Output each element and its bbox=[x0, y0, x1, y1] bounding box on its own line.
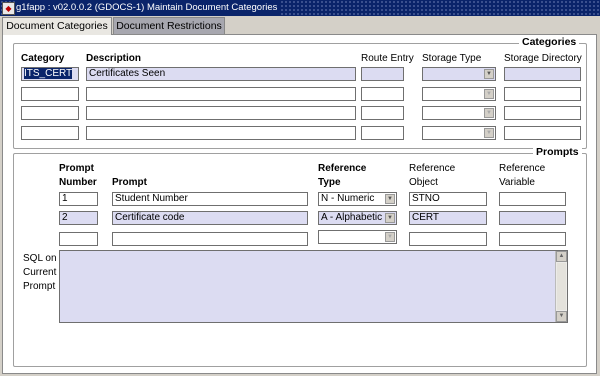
header-reference-variable-line1: Reference bbox=[499, 163, 546, 174]
route-entry-field[interactable] bbox=[361, 126, 404, 140]
scroll-down-icon[interactable]: ▼ bbox=[556, 311, 567, 322]
header-storage-directory: Storage Directory bbox=[504, 53, 582, 64]
chevron-down-icon[interactable]: ▼ bbox=[484, 69, 494, 79]
category-field[interactable] bbox=[21, 126, 79, 140]
storage-type-select[interactable]: ▼ bbox=[422, 126, 496, 140]
reference-object-field[interactable]: STNO bbox=[409, 192, 487, 206]
route-entry-field[interactable] bbox=[361, 67, 404, 81]
chevron-down-icon[interactable]: ▼ bbox=[385, 232, 395, 242]
header-reference-type-line1: Reference bbox=[318, 163, 367, 174]
category-field[interactable] bbox=[21, 87, 79, 101]
storage-type-select[interactable]: ▼ bbox=[422, 87, 496, 101]
sql-textarea[interactable]: ▲ ▼ bbox=[59, 250, 568, 323]
description-field[interactable] bbox=[86, 106, 356, 120]
header-description: Description bbox=[86, 53, 142, 64]
prompts-group-title: Prompts bbox=[533, 146, 582, 158]
tab-document-restrictions[interactable]: Document Restrictions bbox=[113, 17, 225, 34]
storage-directory-field[interactable] bbox=[504, 67, 581, 81]
sql-scrollbar[interactable]: ▲ ▼ bbox=[555, 251, 567, 322]
prompt-number-field[interactable] bbox=[59, 232, 98, 246]
tab-panel: Categories Category Description Route En… bbox=[2, 34, 597, 374]
header-prompt-number-line1: Prompt bbox=[59, 163, 94, 174]
prompt-field[interactable]: Student Number bbox=[112, 192, 308, 206]
chevron-down-icon[interactable]: ▼ bbox=[484, 108, 494, 118]
storage-directory-field[interactable] bbox=[504, 126, 581, 140]
scroll-up-icon[interactable]: ▲ bbox=[556, 251, 567, 262]
sql-label-line2: Current bbox=[23, 267, 57, 278]
reference-variable-field[interactable] bbox=[499, 211, 566, 225]
reference-type-select[interactable]: ▼ bbox=[318, 230, 397, 244]
chevron-down-icon[interactable]: ▼ bbox=[385, 194, 395, 204]
header-reference-variable-line2: Variable bbox=[499, 177, 535, 188]
title-bar: ◆ g1fapp : v02.0.0.2 (GDOCS-1) Maintain … bbox=[0, 0, 600, 16]
reference-variable-field[interactable] bbox=[499, 232, 566, 246]
header-reference-object-line1: Reference bbox=[409, 163, 456, 174]
sql-label-line1: SQL on bbox=[23, 253, 57, 264]
tab-document-categories[interactable]: Document Categories bbox=[2, 17, 112, 35]
prompt-field[interactable]: Certificate code bbox=[112, 211, 308, 225]
storage-type-select[interactable]: ▼ bbox=[422, 67, 496, 81]
chevron-down-icon[interactable]: ▼ bbox=[484, 128, 494, 138]
route-entry-field[interactable] bbox=[361, 87, 404, 101]
prompt-number-field[interactable]: 2 bbox=[59, 211, 98, 225]
reference-variable-field[interactable] bbox=[499, 192, 566, 206]
reference-type-select[interactable]: N - Numeric ▼ bbox=[318, 192, 397, 206]
description-field[interactable]: Certificates Seen bbox=[86, 67, 356, 81]
header-prompt-number-line2: Number bbox=[59, 177, 97, 188]
description-field[interactable] bbox=[86, 126, 356, 140]
storage-directory-field[interactable] bbox=[504, 87, 581, 101]
sql-label-line3: Prompt bbox=[23, 281, 56, 292]
categories-group-title: Categories bbox=[519, 36, 580, 48]
header-reference-object-line2: Object bbox=[409, 177, 438, 188]
header-reference-type-line2: Type bbox=[318, 177, 341, 188]
reference-object-field[interactable]: CERT bbox=[409, 211, 487, 225]
category-field[interactable]: ITS_CERT bbox=[21, 67, 79, 81]
storage-directory-field[interactable] bbox=[504, 106, 581, 120]
reference-type-value: N - Numeric bbox=[321, 193, 375, 204]
storage-type-select[interactable]: ▼ bbox=[422, 106, 496, 120]
prompt-field[interactable] bbox=[112, 232, 308, 246]
category-value: ITS_CERT bbox=[24, 68, 73, 79]
reference-type-select[interactable]: A - Alphabetic ▼ bbox=[318, 211, 397, 225]
app-icon: ◆ bbox=[2, 2, 15, 15]
reference-type-value: A - Alphabetic bbox=[321, 212, 383, 223]
header-route-entry: Route Entry bbox=[361, 53, 414, 64]
chevron-down-icon[interactable]: ▼ bbox=[484, 89, 494, 99]
description-field[interactable] bbox=[86, 87, 356, 101]
scroll-thumb[interactable] bbox=[557, 263, 566, 310]
category-field[interactable] bbox=[21, 106, 79, 120]
header-prompt: Prompt bbox=[112, 177, 147, 188]
chevron-down-icon[interactable]: ▼ bbox=[385, 213, 395, 223]
header-storage-type: Storage Type bbox=[422, 53, 482, 64]
header-category: Category bbox=[21, 53, 65, 64]
window-title: g1fapp : v02.0.0.2 (GDOCS-1) Maintain Do… bbox=[16, 1, 282, 15]
route-entry-field[interactable] bbox=[361, 106, 404, 120]
reference-object-field[interactable] bbox=[409, 232, 487, 246]
prompt-number-field[interactable]: 1 bbox=[59, 192, 98, 206]
